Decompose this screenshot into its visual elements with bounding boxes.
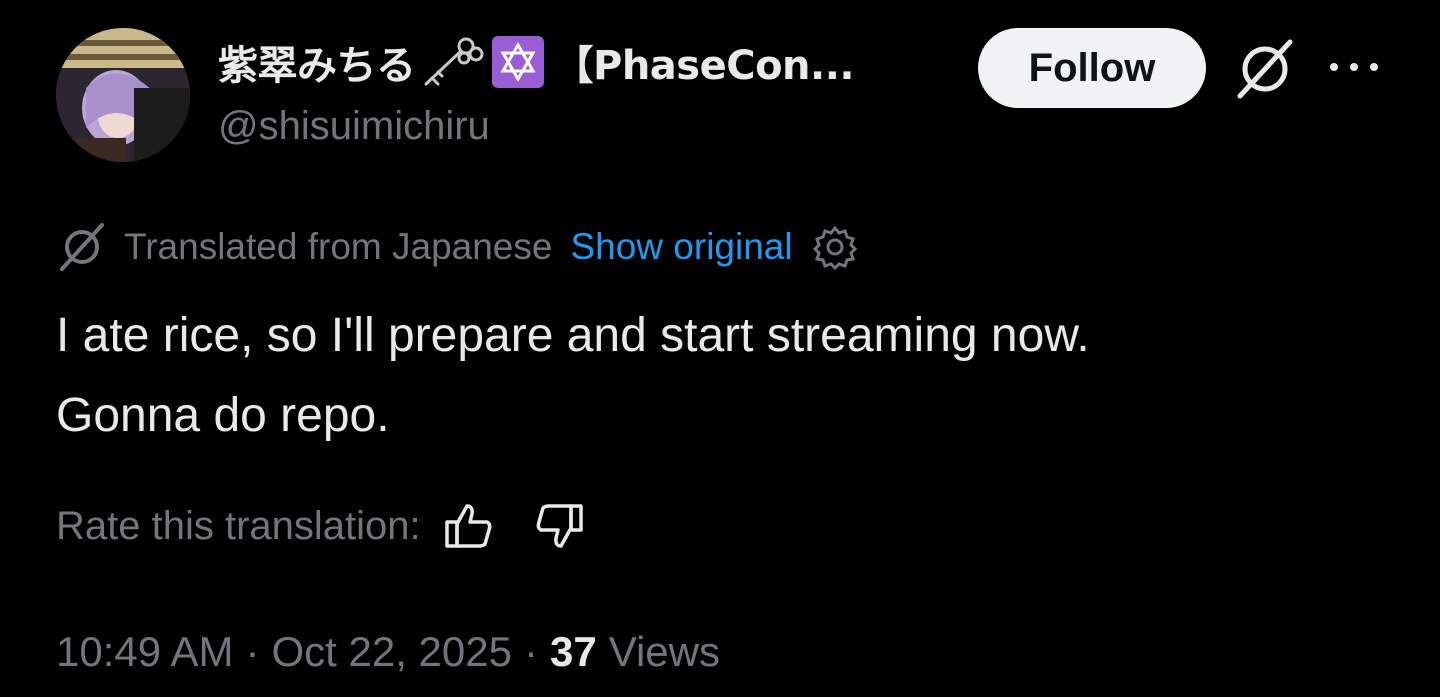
author-display-name[interactable]: 紫翠みちる — [218, 33, 416, 91]
tweet-meta: 10:49 AM · Oct 22, 2025 · 37 Views — [56, 622, 720, 682]
key-icon — [424, 37, 483, 86]
tweet-date[interactable]: Oct 22, 2025 — [271, 628, 512, 676]
author-handle[interactable]: @shisuimichiru — [218, 104, 490, 149]
tweet-line: Gonna do repo. — [56, 389, 390, 442]
meta-separator: · — [523, 628, 538, 675]
tweet-line: I ate rice, so I'll prepare and start st… — [56, 309, 1090, 362]
avatar-image — [56, 28, 190, 162]
tweet-text: I ate rice, so I'll prepare and start st… — [56, 296, 1396, 456]
author-avatar[interactable] — [56, 28, 190, 162]
meta-separator: · — [245, 628, 260, 675]
more-dots-icon[interactable] — [1326, 52, 1382, 82]
views-label: Views — [608, 628, 720, 675]
author-org-name[interactable]: 【PhaseCon... — [554, 33, 855, 91]
translation-notice: Translated from Japanese Show original — [56, 216, 859, 278]
thumbs-down-icon[interactable] — [533, 500, 585, 552]
show-original-link[interactable]: Show original — [570, 226, 792, 268]
grok-icon — [60, 223, 104, 271]
thumbs-up-icon[interactable] — [443, 500, 495, 552]
view-count: 37 — [549, 628, 597, 675]
gear-icon[interactable] — [811, 223, 859, 271]
author-name-row: 紫翠みちる 【PhaseCon... — [218, 32, 855, 92]
translated-from-label: Translated from Japanese — [124, 226, 553, 267]
grok-icon[interactable] — [1232, 38, 1298, 100]
rate-translation: Rate this translation: — [56, 496, 585, 556]
rate-translation-label: Rate this translation: — [56, 503, 421, 548]
star-of-david-icon — [491, 36, 544, 88]
follow-button[interactable]: Follow — [978, 28, 1206, 108]
tweet-time[interactable]: 10:49 AM — [56, 628, 233, 676]
